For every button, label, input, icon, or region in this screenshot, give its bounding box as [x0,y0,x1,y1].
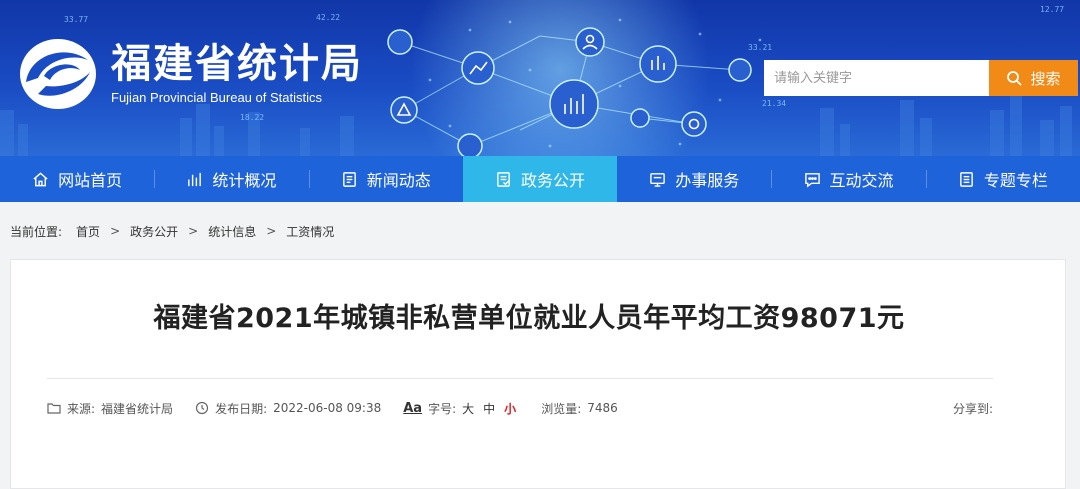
decor-number: 12.77 [1040,5,1064,14]
decor-number: 18.22 [240,113,264,122]
bar-chart-icon [188,172,202,186]
breadcrumb-separator: > [188,224,199,238]
breadcrumb-separator: > [110,224,121,238]
meta-views: 浏览量: 7486 [541,400,618,417]
nav-item-news[interactable]: 新闻动态 [308,156,463,202]
nav-item-label: 统计概况 [212,171,277,190]
bureau-logo-icon [20,39,96,109]
source-value: 福建省统计局 [101,401,174,416]
nav-item-home[interactable]: 网站首页 [0,156,154,202]
views-label: 浏览量: [541,401,582,416]
decor-number: 42.22 [316,13,340,22]
breadcrumb-stat-info[interactable]: 统计信息 [208,223,256,240]
header-banner: 33.77 42.22 33.21 21.34 18.22 12.77 福建省统… [0,0,1080,156]
nav-item-label: 互动交流 [829,171,894,190]
decor-number: 33.21 [748,43,772,52]
nav-item-gov-affairs[interactable]: 政务公开 [462,156,618,202]
decor-number: 21.34 [762,99,786,108]
meta-share: 分享到: [953,400,993,417]
nav-item-label: 办事服务 [675,171,740,190]
breadcrumb-separator: > [266,224,277,238]
nav-item-label: 专题专栏 [983,171,1048,190]
newspaper-icon [342,171,356,187]
date-value: 2022-06-08 09:38 [273,401,382,415]
nav-item-label: 网站首页 [58,171,123,190]
breadcrumb: 当前位置: 首页 > 政务公开 > 统计信息 > 工资情况 [10,222,334,240]
article-title: 福建省2021年城镇非私营单位就业人员年平均工资98071元 [153,303,905,334]
source-label: 来源: [67,401,96,416]
meta-date: 发布日期: 2022-06-08 09:38 [195,400,381,417]
chat-icon [804,172,820,188]
search-button[interactable]: 搜索 [989,60,1078,96]
nav-item-label: 政务公开 [520,171,585,190]
search-input[interactable] [764,60,989,96]
article-meta: 来源: 福建省统计局 发布日期: 2022-06-08 09:38 Aa 字号:… [47,398,993,418]
list-icon [959,171,973,187]
search-icon [1007,71,1023,86]
nav-item-overview[interactable]: 统计概况 [154,156,308,202]
decor-number: 33.77 [64,15,88,24]
nav-item-interaction[interactable]: 互动交流 [771,156,925,202]
article-card: 福建省2021年城镇非私营单位就业人员年平均工资98071元 来源: 福建省统计… [10,259,1066,489]
clock-icon [195,401,209,415]
nav-item-label: 新闻动态 [366,171,431,190]
document-icon [497,171,510,187]
date-label: 发布日期: [215,401,268,416]
site-name-cn: 福建省统计局 [111,41,363,87]
meta-source: 来源: 福建省统计局 [47,400,173,417]
font-size-small[interactable]: 小 [504,400,516,417]
breadcrumb-lead: 当前位置: [10,224,63,239]
share-label: 分享到: [952,401,993,416]
title-divider [47,378,993,379]
font-size-icon: Aa [403,400,423,416]
font-size-large[interactable]: 大 [462,400,474,417]
breadcrumb-gov-affairs[interactable]: 政务公开 [130,223,178,240]
monitor-icon [650,172,666,187]
breadcrumb-home[interactable]: 首页 [76,223,100,240]
font-size-label: 字号: [428,401,457,416]
site-name-en: Fujian Provincial Bureau of Statistics [111,90,322,105]
font-size-medium[interactable]: 中 [483,400,495,417]
breadcrumb-wages[interactable]: 工资情况 [286,223,334,240]
nav-item-services[interactable]: 办事服务 [617,156,771,202]
home-icon [33,171,48,186]
search-button-label: 搜索 [1030,69,1061,88]
nav-item-topics[interactable]: 专题专栏 [925,156,1080,202]
folder-icon [47,403,61,414]
views-value: 7486 [587,401,618,415]
main-nav: 网站首页 统计概况 新闻动态 政务公开 办事服务 互动交流 专题专栏 [0,156,1080,202]
meta-font-size: Aa 字号: 大 中 小 [403,400,519,417]
